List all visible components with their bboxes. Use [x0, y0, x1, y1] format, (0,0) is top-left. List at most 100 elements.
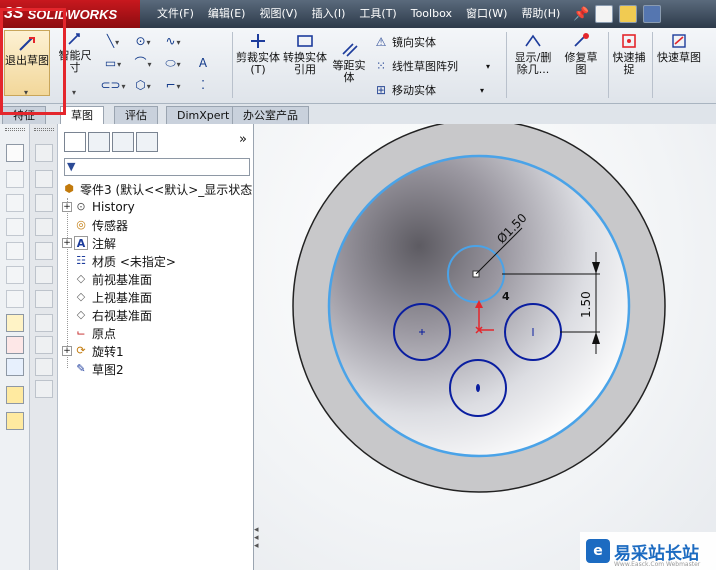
smart-dimension-side-icon[interactable]: [6, 336, 24, 354]
smart-dimension-button[interactable]: 智能尺寸: [54, 30, 96, 74]
sketch-entities-row-3: ⊂⊃ ⬡ ⌐ ⁚: [100, 76, 216, 94]
convert-side-icon[interactable]: [35, 266, 53, 284]
tab-features[interactable]: 特征: [2, 106, 46, 124]
tab-sketch[interactable]: 草图: [60, 106, 104, 124]
grid-side-icon[interactable]: [35, 380, 53, 398]
save-icon[interactable]: [643, 5, 662, 23]
linear-pattern-dropdown-icon[interactable]: ▾: [486, 62, 490, 71]
exit-sketch-dropdown-icon[interactable]: ▾: [24, 88, 28, 97]
tree-item-annotations[interactable]: + A 注解: [62, 234, 116, 252]
smart-dimension-icon: [65, 30, 85, 48]
toolbar-grip[interactable]: [5, 128, 25, 131]
display-delete-relations-label: 显示/删除几...: [514, 51, 552, 76]
right-view-icon[interactable]: [6, 242, 24, 260]
circle-icon[interactable]: ⊙: [130, 32, 156, 50]
mirror-entities-button[interactable]: ⚠ 镜向实体: [374, 34, 436, 50]
offset-side-icon[interactable]: [35, 290, 53, 308]
extend-side-icon[interactable]: [35, 336, 53, 354]
trim-side-icon[interactable]: [35, 314, 53, 332]
sketch-pencil-icon[interactable]: [6, 314, 24, 332]
ellipse-icon[interactable]: ⬭: [160, 54, 186, 72]
fillet-icon[interactable]: ⌐: [160, 76, 186, 94]
layer-icon[interactable]: [6, 386, 24, 404]
mirror-side-icon[interactable]: [35, 242, 53, 260]
tree-item-top-plane[interactable]: ◇ 上视基准面: [62, 288, 152, 306]
menu-insert[interactable]: 插入(I): [305, 0, 353, 28]
line-icon[interactable]: ╲: [100, 32, 126, 50]
arc-icon[interactable]: ⌒: [130, 54, 156, 72]
move-entities-dropdown-icon[interactable]: ▾: [480, 86, 484, 95]
wrap-side-icon[interactable]: [35, 194, 53, 212]
menu-edit[interactable]: 编辑(E): [201, 0, 253, 28]
point-icon[interactable]: ⁚: [190, 76, 216, 94]
open-folder-icon[interactable]: [619, 5, 638, 23]
polygon-icon[interactable]: ⬡: [130, 76, 156, 94]
expand-icon[interactable]: +: [62, 346, 72, 356]
sketch-viewport[interactable]: Ø1.50 1.50 4: [254, 124, 716, 570]
configuration-manager-tab-icon[interactable]: [112, 132, 134, 152]
new-document-icon[interactable]: [595, 5, 614, 23]
tree-item-history[interactable]: + ⊙ History: [62, 198, 135, 216]
display-delete-relations-button[interactable]: 显示/删除几...: [510, 32, 556, 76]
tree-item-label: 前视基准面: [92, 272, 153, 287]
menu-toolbox[interactable]: Toolbox: [404, 0, 459, 28]
split-side-icon[interactable]: [35, 218, 53, 236]
tree-item-front-plane[interactable]: ◇ 前视基准面: [62, 270, 152, 288]
front-view-icon[interactable]: [6, 170, 24, 188]
relation-marker[interactable]: 4: [502, 290, 510, 303]
tab-evaluate[interactable]: 评估: [114, 106, 158, 124]
pattern-side-icon[interactable]: [35, 170, 53, 188]
display-manager-tab-icon[interactable]: [136, 132, 158, 152]
quick-snaps-button[interactable]: 快速捕捉: [612, 32, 646, 76]
expand-icon[interactable]: +: [62, 202, 72, 212]
text-icon[interactable]: A: [190, 54, 216, 72]
command-manager: 退出草图 ▾ 智能尺寸 ▾ ╲ ⊙ ∿ ▭ ⌒ ⬭ A ⊂⊃ ⬡ ⌐ ⁚ 剪裁实…: [0, 28, 716, 104]
tree-item-sensors[interactable]: ◎ 传感器: [62, 216, 128, 234]
move-entities-button[interactable]: ⊞ 移动实体 ▾: [374, 82, 484, 98]
menu-window[interactable]: 窗口(W): [459, 0, 514, 28]
menu-view[interactable]: 视图(V): [252, 0, 304, 28]
menu-help[interactable]: 帮助(H): [514, 0, 567, 28]
left-view-icon[interactable]: [6, 218, 24, 236]
repair-sketch-button[interactable]: 修复草图: [560, 32, 602, 76]
tab-office-products[interactable]: 办公室产品: [232, 106, 309, 124]
feature-manager-tab-icon[interactable]: [64, 132, 86, 152]
tree-root-part[interactable]: ⬢ 零件3 (默认<<默认>_显示状态: [62, 180, 252, 198]
offset-entities-button[interactable]: 等距实体: [330, 40, 368, 84]
move-side-icon[interactable]: [35, 358, 53, 376]
expand-icon[interactable]: +: [62, 238, 72, 248]
back-view-icon[interactable]: [6, 194, 24, 212]
tab-dimxpert[interactable]: DimXpert: [166, 106, 241, 124]
tree-item-material[interactable]: ☷ 材质 <未指定>: [62, 252, 176, 270]
top-view-icon[interactable]: [6, 266, 24, 284]
main-menu: 文件(F) 编辑(E) 视图(V) 插入(I) 工具(T) Toolbox 窗口…: [140, 0, 567, 28]
menu-file[interactable]: 文件(F): [150, 0, 201, 28]
menu-tools[interactable]: 工具(T): [352, 0, 403, 28]
rectangle-icon[interactable]: ▭: [100, 54, 126, 72]
graphics-area[interactable]: Ø1.50 1.50 4 ◂ ◂ ◂: [254, 124, 716, 570]
box-view-icon[interactable]: [6, 144, 24, 162]
tree-filter[interactable]: ▼: [64, 158, 250, 176]
tree-item-right-plane[interactable]: ◇ 右视基准面: [62, 306, 152, 324]
pin-icon[interactable]: 📌: [573, 7, 589, 22]
vertical-dimension[interactable]: 1.50: [579, 291, 593, 318]
spline-icon[interactable]: ∿: [160, 32, 186, 50]
isometric-view-icon[interactable]: [6, 290, 24, 308]
tree-item-revolve1[interactable]: + ⟳ 旋转1: [62, 342, 124, 360]
toolbar-grip[interactable]: [34, 128, 54, 131]
expand-panel-icon[interactable]: »: [239, 132, 247, 147]
exit-sketch-button[interactable]: 退出草图: [4, 30, 50, 96]
smart-dimension-dropdown-icon[interactable]: ▾: [72, 88, 76, 97]
property-manager-tab-icon[interactable]: [88, 132, 110, 152]
table-icon[interactable]: [35, 144, 53, 162]
convert-entities-button[interactable]: 转换实体引用: [282, 32, 328, 76]
panel-collapse-handle[interactable]: ◂ ◂ ◂: [254, 526, 262, 566]
tree-item-sketch2[interactable]: ✎ 草图2: [62, 360, 123, 378]
layer-alt-icon[interactable]: [6, 412, 24, 430]
linear-pattern-button[interactable]: ⁙ 线性草图阵列 ▾: [374, 58, 490, 74]
trim-button[interactable]: 剪裁实体(T): [236, 32, 280, 76]
slot-icon[interactable]: ⊂⊃: [100, 76, 126, 94]
rapid-sketch-button[interactable]: 快速草图: [656, 32, 702, 64]
relations-side-icon[interactable]: [6, 358, 24, 376]
tree-item-origin[interactable]: ⌙ 原点: [62, 324, 116, 342]
